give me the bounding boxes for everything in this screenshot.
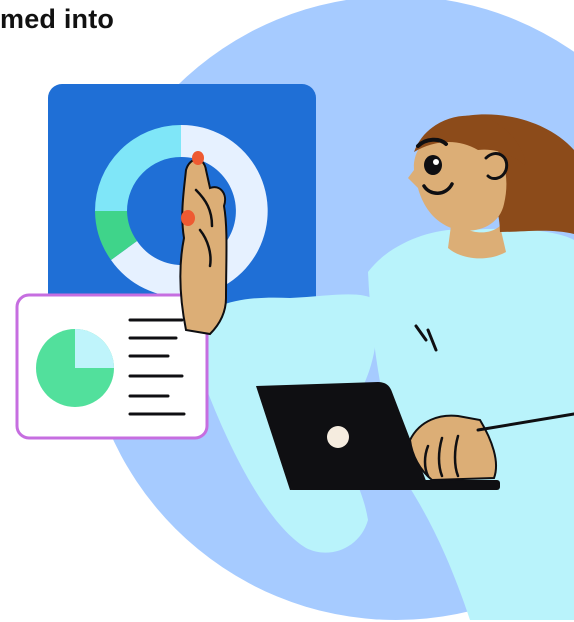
- illustration: [15, 0, 574, 620]
- pie-chart: [36, 329, 114, 407]
- pie-chart-report-card: [15, 293, 209, 440]
- typing-hand: [408, 414, 498, 482]
